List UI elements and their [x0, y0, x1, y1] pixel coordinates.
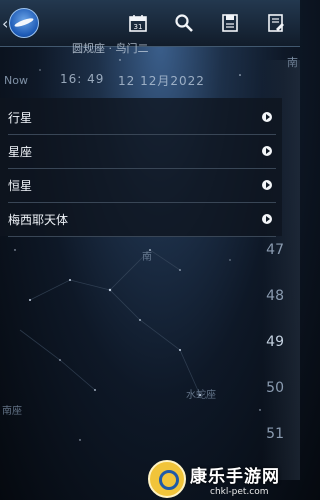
calendar-number: 31	[134, 23, 143, 31]
watermark-url: chkl-pet.com	[210, 486, 269, 497]
play-icon	[262, 146, 272, 156]
object-category-menu: 行星 星座 恒星 梅西耶天体	[0, 98, 282, 237]
constellation-label: 水蛇座	[186, 390, 216, 401]
save-button[interactable]	[218, 11, 242, 35]
scale-number: 49	[266, 334, 284, 350]
scale-number: 48	[266, 288, 284, 304]
watermark: 康乐手游网 chkl-pet.com	[148, 458, 300, 500]
menu-item-stars[interactable]: 恒星	[8, 168, 276, 203]
constellation-label-left: 南座	[2, 406, 22, 417]
play-icon	[262, 214, 272, 224]
map-title: 圆规座 · 鸟门二	[72, 42, 149, 55]
scale-number: 47	[266, 242, 284, 258]
sky-header-info: 圆规座 · 鸟门二 南 Now 16: 49 12 12月2022	[0, 36, 300, 90]
now-button[interactable]: Now	[4, 74, 28, 87]
date-readout: 12 12月2022	[118, 74, 205, 88]
watermark-text: 康乐手游网	[190, 466, 280, 487]
calendar-button[interactable]: 31	[126, 11, 150, 35]
time-readout: 16: 49	[60, 72, 105, 86]
sky-direction-label: 南	[142, 252, 152, 263]
menu-item-messier[interactable]: 梅西耶天体	[8, 202, 276, 237]
search-icon	[175, 14, 193, 32]
menu-item-label: 星座	[8, 144, 33, 159]
notes-button[interactable]	[264, 11, 288, 35]
back-button[interactable]: ‹	[2, 7, 42, 39]
calendar-icon: 31	[129, 15, 147, 32]
scale-number: 51	[266, 426, 284, 442]
notes-icon	[268, 14, 284, 32]
app-logo-icon	[9, 8, 40, 38]
save-icon	[222, 14, 238, 32]
scale-number: 50	[266, 380, 284, 396]
search-button[interactable]	[172, 11, 196, 35]
play-icon	[262, 112, 272, 122]
chevron-left-icon: ‹	[2, 13, 9, 33]
menu-item-label: 恒星	[8, 178, 33, 193]
menu-item-label: 行星	[8, 110, 33, 125]
menu-item-constellations[interactable]: 星座	[8, 134, 276, 169]
watermark-logo-icon	[148, 460, 186, 498]
menu-item-planets[interactable]: 行星	[8, 100, 276, 135]
menu-item-label: 梅西耶天体	[8, 212, 69, 227]
play-icon	[262, 180, 272, 190]
